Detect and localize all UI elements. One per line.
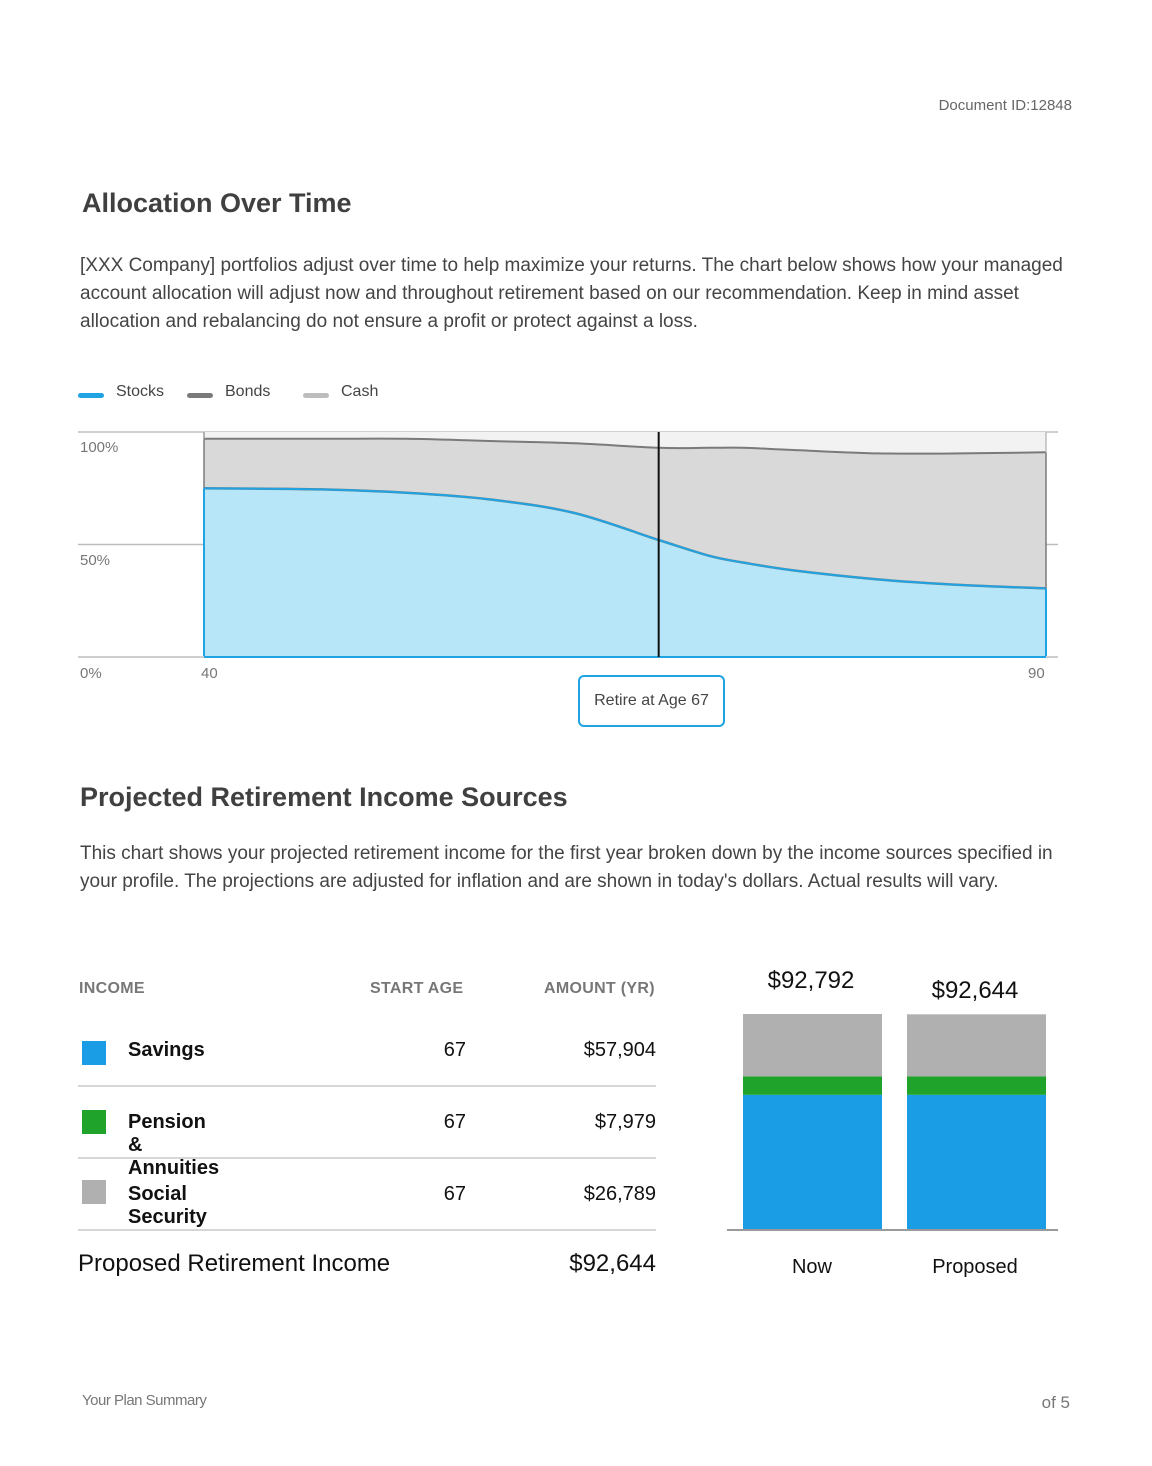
bar-category-now: Now bbox=[791, 1256, 832, 1278]
bar-segment-social-security-proposed bbox=[907, 1014, 1046, 1077]
footer-title: Your Plan Summary bbox=[82, 1392, 207, 1409]
bar-category-proposed: Proposed bbox=[932, 1256, 1018, 1278]
bar-segment-savings-proposed bbox=[907, 1094, 1046, 1229]
income-bar-chart bbox=[727, 1014, 1058, 1231]
page-count: of 5 bbox=[1041, 1393, 1070, 1412]
bar-segment-social-security-now bbox=[743, 1014, 882, 1077]
bar-segment-pension-proposed bbox=[907, 1076, 1046, 1095]
bar-segment-pension-now bbox=[743, 1076, 882, 1095]
bar-total-proposed: $92,644 bbox=[931, 977, 1019, 1004]
bar-segment-savings-now bbox=[743, 1094, 882, 1229]
bar-total-now: $92,792 bbox=[767, 967, 855, 994]
